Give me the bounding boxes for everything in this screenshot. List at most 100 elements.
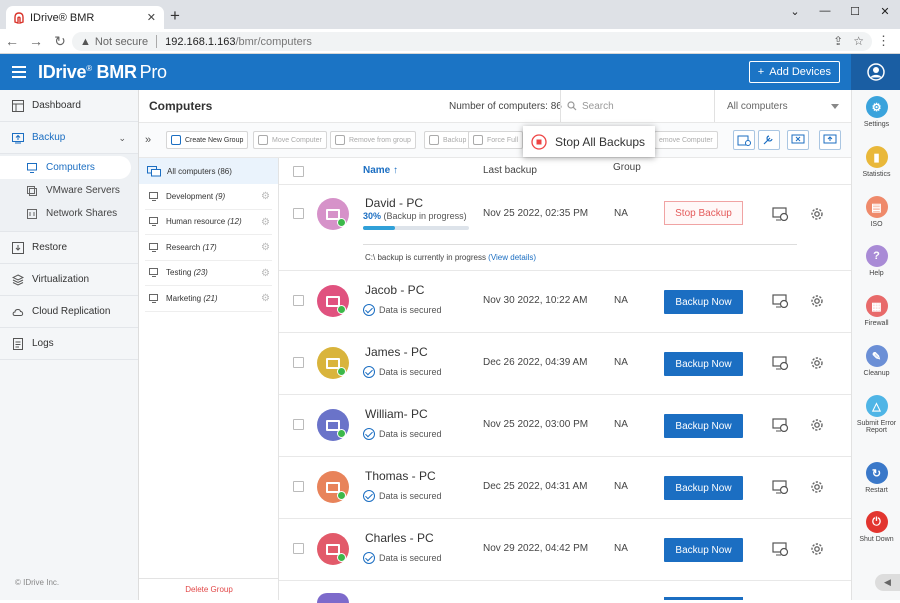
tool-shut-down-button[interactable]: ⏻ Shut Down — [852, 511, 900, 543]
sidebar-item-cloud-replication[interactable]: Cloud Replication — [0, 296, 138, 328]
backup-now-button[interactable]: Backup Now — [664, 476, 743, 500]
delete-group-button[interactable]: Delete Group — [139, 578, 279, 600]
tool-iso-button[interactable]: ▤ ISO — [852, 196, 900, 228]
forward-icon[interactable]: → — [24, 33, 48, 49]
tools-icon[interactable] — [758, 130, 780, 150]
group-settings-icon[interactable]: ⚙ — [261, 268, 270, 279]
table-row[interactable]: Thomas - PC Data is secured Backup Now Dec … — [279, 457, 851, 519]
table-row[interactable]: William- PC Data is secured Backup Now Nov … — [279, 395, 851, 457]
collapse-panel-icon[interactable]: ◀ — [875, 574, 900, 591]
backup-now-button[interactable]: Backup Now — [664, 538, 743, 562]
table-row[interactable] — [279, 581, 851, 603]
restore-computer-icon[interactable] — [772, 207, 790, 221]
group-item[interactable]: Testing (23) ⚙ — [145, 261, 272, 286]
sidebar-item-computers[interactable]: Computers — [0, 156, 131, 179]
backup-now-button[interactable]: Backup Now — [664, 352, 743, 376]
group-item[interactable]: Human resource (12) ⚙ — [145, 210, 272, 235]
share-icon[interactable]: ⇪ — [833, 34, 843, 48]
url-field[interactable]: ▲ Not secure 192.168.1.163/bmr/computers… — [72, 32, 872, 51]
new-tab-icon[interactable]: + — [170, 6, 180, 26]
computer-name[interactable]: William- PC — [365, 407, 428, 421]
tool-submit-error-report-button[interactable]: △ Submit Error Report — [852, 395, 900, 434]
settings-gear-icon[interactable] — [809, 355, 825, 371]
add-devices-button[interactable]: + Add Devices — [748, 61, 840, 83]
stop-backup-button[interactable]: Stop Backup — [664, 201, 743, 225]
schedule-icon[interactable] — [733, 130, 755, 150]
user-account-button[interactable] — [851, 54, 900, 90]
group-item[interactable]: Research (17) ⚙ — [145, 235, 272, 261]
back-icon[interactable]: ← — [0, 33, 24, 49]
row-checkbox[interactable] — [293, 481, 304, 492]
maximize-icon[interactable]: ☐ — [840, 0, 870, 22]
remove-computer-button[interactable]: emove Computer — [654, 131, 718, 149]
browser-menu-icon[interactable]: ⋮ — [877, 33, 890, 49]
sidebar-item-virtualization[interactable]: Virtualization — [0, 264, 138, 296]
minimize-icon[interactable]: — — [810, 0, 840, 22]
group-settings-icon[interactable]: ⚙ — [261, 191, 270, 202]
move-computer-button[interactable]: Move Computer — [253, 131, 327, 149]
settings-gear-icon[interactable] — [809, 479, 825, 495]
table-row[interactable]: Charles - PC Data is secured Backup Now Nov… — [279, 519, 851, 581]
group-settings-icon[interactable]: ⚙ — [261, 293, 270, 304]
restore-computer-icon[interactable] — [772, 480, 790, 494]
sidebar-item-network-shares[interactable]: Network Shares — [0, 202, 138, 225]
computer-name[interactable]: David - PC — [365, 196, 423, 210]
backup-now-button[interactable]: Backup Now — [664, 414, 743, 438]
settings-gear-icon[interactable] — [809, 541, 825, 557]
restore-computer-icon[interactable] — [772, 542, 790, 556]
group-item[interactable]: Marketing (21) ⚙ — [145, 286, 272, 312]
hamburger-menu-icon[interactable] — [12, 63, 26, 81]
browser-tab[interactable]: IDrive® BMR ✕ — [6, 6, 164, 29]
chevron-down-icon[interactable]: ⌄ — [780, 0, 810, 22]
tool-statistics-button[interactable]: ▮ Statistics — [852, 146, 900, 178]
row-checkbox[interactable] — [293, 543, 304, 554]
reload-icon[interactable]: ↻ — [48, 33, 72, 50]
remove-from-group-button[interactable]: Remove from group — [330, 131, 416, 149]
row-checkbox[interactable] — [293, 357, 304, 368]
create-group-button[interactable]: Create New Group — [166, 131, 249, 149]
table-row[interactable]: Jacob - PC Data is secured Backup Now Nov 3… — [279, 271, 851, 333]
close-window-icon[interactable]: ✕ — [870, 0, 900, 22]
computer-name[interactable]: James - PC — [365, 345, 428, 359]
computer-name[interactable]: Jacob - PC — [365, 283, 424, 297]
restore-computer-icon[interactable] — [772, 418, 790, 432]
sidebar-item-dashboard[interactable]: Dashboard — [0, 90, 138, 122]
table-row[interactable]: David - PC 30% (Backup in progress) Stop B… — [279, 185, 851, 271]
settings-gear-icon[interactable] — [809, 293, 825, 309]
tool-settings-button[interactable]: ⚙ Settings — [852, 96, 900, 128]
tool-help-button[interactable]: ? Help — [852, 245, 900, 277]
sidebar-item-restore[interactable]: Restore — [0, 232, 138, 264]
table-row[interactable]: James - PC Data is secured Backup Now Dec 2… — [279, 333, 851, 395]
group-item[interactable]: Development (9) ⚙ — [145, 184, 272, 210]
force-full-button[interactable]: Force Full — [468, 131, 524, 149]
group-settings-icon[interactable]: ⚙ — [261, 217, 270, 228]
settings-gear-icon[interactable] — [809, 206, 825, 222]
computer-name[interactable]: Charles - PC — [365, 531, 434, 545]
view-details-link[interactable]: (View details) — [488, 253, 536, 262]
row-checkbox[interactable] — [293, 295, 304, 306]
restore-computer-icon[interactable] — [772, 356, 790, 370]
chevron-up-icon[interactable]: ⌄ — [118, 133, 126, 144]
sidebar-item-vmware-servers[interactable]: VMware Servers — [0, 179, 138, 202]
settings-gear-icon[interactable] — [809, 417, 825, 433]
tool-cleanup-button[interactable]: ✎ Cleanup — [852, 345, 900, 377]
search-input[interactable]: Search — [560, 90, 714, 122]
close-tab-icon[interactable]: ✕ — [147, 11, 156, 24]
sidebar-item-logs[interactable]: Logs — [0, 328, 138, 360]
tool-restart-button[interactable]: ↻ Restart — [852, 462, 900, 494]
group-item-all[interactable]: All computers (86) — [139, 158, 278, 184]
stop-all-backups-tooltip[interactable]: Stop All Backups — [523, 126, 655, 157]
expand-panel-icon[interactable]: » — [145, 134, 151, 146]
backup-button[interactable]: Backup — [424, 131, 472, 149]
tool-firewall-button[interactable]: ▦ Firewall — [852, 295, 900, 327]
sidebar-item-backup[interactable]: Backup ⌄ — [0, 122, 138, 154]
row-checkbox[interactable] — [293, 208, 304, 219]
group-settings-icon[interactable]: ⚙ — [261, 242, 270, 253]
remote-desktop-icon[interactable] — [787, 130, 809, 150]
restore-computer-icon[interactable] — [772, 294, 790, 308]
computer-filter-select[interactable]: All computers — [714, 90, 851, 122]
upload-config-icon[interactable] — [819, 130, 841, 150]
col-name-header[interactable]: Name ↑ — [363, 165, 398, 176]
backup-now-button[interactable]: Backup Now — [664, 290, 743, 314]
computer-name[interactable]: Thomas - PC — [365, 469, 436, 483]
